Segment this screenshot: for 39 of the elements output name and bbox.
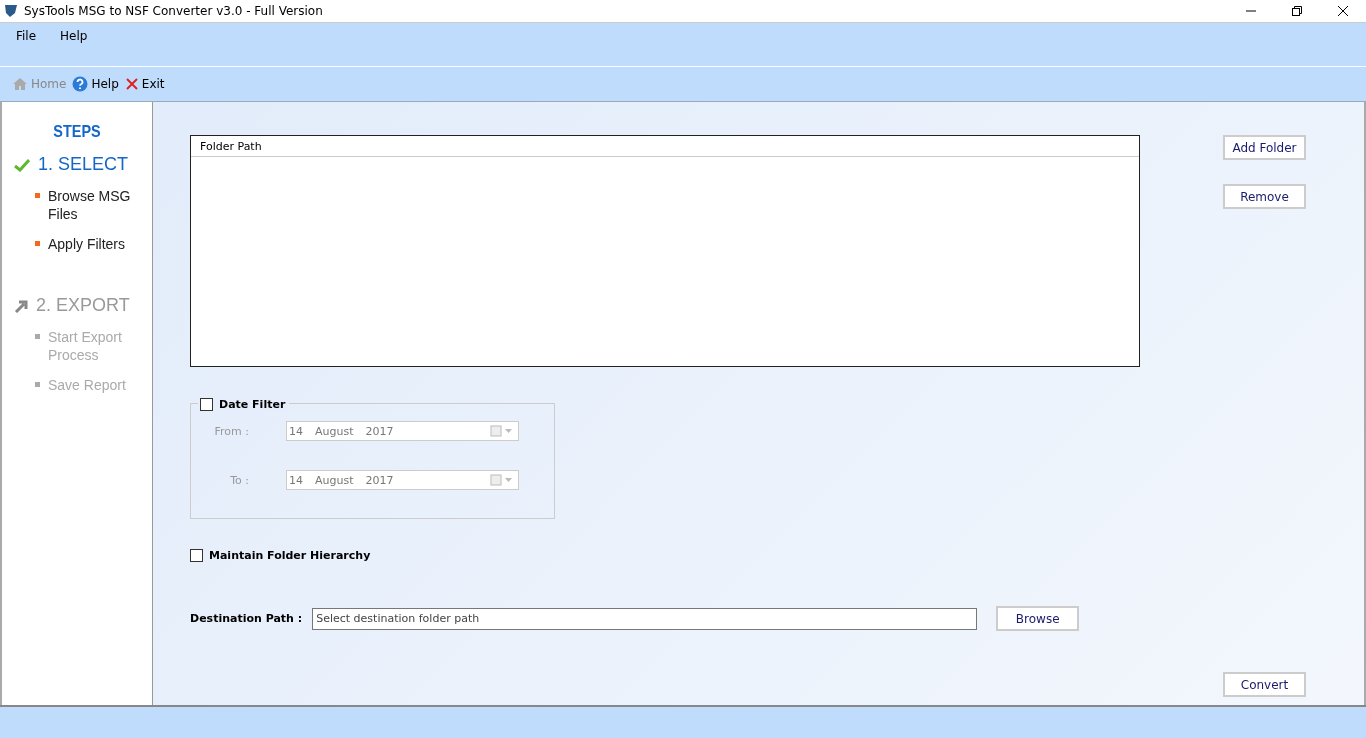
action-button[interactable]: Remove: [1223, 184, 1306, 209]
steps-title: STEPS: [52, 122, 102, 142]
browse-button[interactable]: Browse: [996, 606, 1080, 631]
restore-icon[interactable]: [1292, 6, 1302, 16]
date-label: To :: [229, 473, 249, 487]
bullet-icon: [35, 193, 40, 198]
step-item: Save Report: [48, 376, 127, 394]
destination-field[interactable]: Select destination folder path: [312, 607, 978, 630]
check-icon: [14, 157, 30, 172]
step-item: Apply Filters: [48, 235, 127, 253]
toolbar-button[interactable]: Exit: [124, 77, 165, 91]
date-label: From :: [213, 424, 249, 438]
bullet-icon: [35, 241, 40, 246]
window-title: SysTools MSG to NSF Converter v3.0 - Full Version: [24, 4, 324, 18]
date-picker[interactable]: 14 August 2017: [286, 421, 519, 441]
step-title: 2. EXPORT: [36, 295, 130, 316]
menu-item[interactable]: File: [8, 29, 45, 43]
arrow-icon: [14, 298, 28, 313]
step-item: Browse MSG Files: [48, 187, 132, 223]
app-logo-icon: [4, 4, 18, 18]
home-icon: [12, 77, 28, 91]
help-icon: [72, 76, 89, 92]
hierarchy-checkbox[interactable]: [190, 549, 203, 562]
checkbox-label: Maintain Folder Hierarchy: [209, 549, 371, 562]
action-button[interactable]: Add Folder: [1223, 135, 1306, 160]
toolbar-button[interactable]: Help: [72, 76, 119, 92]
step-title: 1. SELECT: [38, 154, 129, 175]
convert-button[interactable]: Convert: [1223, 672, 1306, 697]
close-icon[interactable]: [1338, 6, 1348, 16]
step-item: Start Export Process: [48, 328, 123, 364]
close-icon: [124, 77, 139, 91]
menu-item[interactable]: Help: [52, 29, 96, 43]
bullet-icon: [35, 382, 40, 387]
date-picker[interactable]: 14 August 2017: [286, 470, 519, 490]
date-filter-checkbox[interactable]: [200, 398, 213, 411]
bullet-icon: [35, 334, 40, 339]
column-header: Folder Path: [191, 136, 1139, 157]
destination-label: Destination Path :: [190, 612, 303, 625]
checkbox-label: Date Filter: [219, 398, 286, 411]
